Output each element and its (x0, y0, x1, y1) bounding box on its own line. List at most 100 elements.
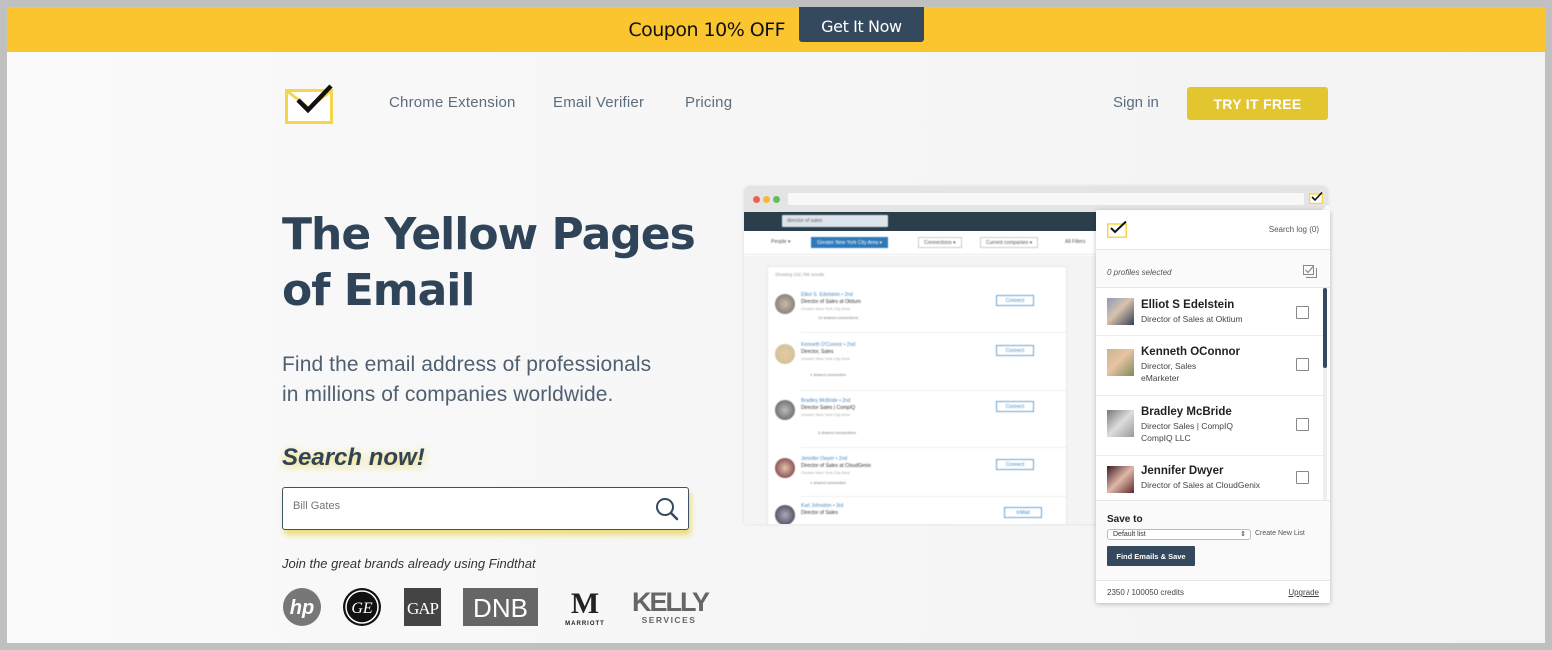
ge-logo: GE (343, 588, 381, 626)
maximize-dot-icon (773, 196, 780, 203)
profile-checkbox[interactable] (1296, 471, 1309, 484)
connect-button: Connect (996, 459, 1034, 470)
profile-checkbox[interactable] (1296, 418, 1309, 431)
divider (801, 496, 1066, 497)
linkedin-search: director of sales (782, 215, 888, 227)
profile-checkbox[interactable] (1296, 358, 1309, 371)
nav-email-verifier[interactable]: Email Verifier (553, 94, 644, 111)
avatar (775, 505, 795, 524)
result-title: Director Sales | CompIQ (801, 405, 856, 411)
marriott-logo: M MARRIOTT (565, 587, 605, 627)
result-meta: 1 shared connection (810, 480, 847, 485)
result-location: Greater New York City Area (801, 356, 850, 361)
profile-row: Kenneth OConnor Director, Sales eMarkete… (1096, 336, 1323, 396)
svg-text:MARRIOTT: MARRIOTT (565, 621, 605, 627)
result-location: Greater New York City Area (801, 306, 850, 311)
svg-text:SERVICES: SERVICES (642, 615, 697, 625)
result-location: Greater New York City Area (801, 470, 850, 475)
hp-logo: hp (283, 588, 321, 626)
result-title: Director of Sales at Oktium (801, 299, 861, 305)
result-meta: 1 shared connection (810, 372, 847, 377)
hero-subtitle-line1: Find the email address of professionals (282, 353, 652, 376)
result-name: Kenneth O'Connor • 2nd (801, 342, 856, 348)
find-emails-save-button[interactable]: Find Emails & Save (1107, 546, 1195, 566)
results-card: Showing 102,786 results Elliot S. Edelst… (767, 266, 1067, 524)
nav-chrome-extension[interactable]: Chrome Extension (389, 94, 516, 111)
profile-title: Director of Sales at Oktium (1141, 314, 1243, 324)
hero-subtitle-line2: in millions of companies worldwide. (282, 383, 614, 406)
svg-text:GAP: GAP (407, 599, 439, 618)
brands-caption: Join the great brands already using Find… (282, 556, 536, 571)
try-it-free-button[interactable]: TRY IT FREE (1187, 87, 1328, 120)
hero-title-line2: of Email (282, 265, 475, 316)
svg-text:hp: hp (290, 597, 314, 619)
gap-logo: GAP (404, 588, 441, 626)
profile-name: Jennifer Dwyer (1141, 465, 1224, 477)
coupon-text: Coupon 10% OFF (628, 18, 786, 41)
search-log-link[interactable]: Search log (0) (1269, 225, 1319, 234)
results-count: Showing 102,786 results (775, 272, 825, 277)
result-name: Bradley McBride • 2nd (801, 398, 851, 404)
get-it-now-button[interactable]: Get It Now (799, 7, 924, 42)
linkedin-results: Showing 102,786 results Elliot S. Edelst… (744, 256, 1096, 524)
hero-title-line1: The Yellow Pages (282, 209, 696, 260)
extension-panel: Search log (0) 0 profiles selected Ellio… (1096, 210, 1330, 603)
filter-connections: Connections ▾ (918, 237, 962, 248)
kelly-services-logo: KELLY SERVICES (632, 587, 710, 625)
envelope-check-icon[interactable] (285, 84, 333, 124)
nav-pricing[interactable]: Pricing (685, 94, 732, 111)
result-title: Director, Sales (801, 349, 834, 355)
profile-company: eMarketer (1141, 373, 1180, 383)
svg-text:KELLY: KELLY (632, 587, 710, 617)
upgrade-link[interactable]: Upgrade (1288, 588, 1319, 597)
connect-button: Connect (996, 345, 1034, 356)
filter-current-companies: Current companies ▾ (980, 237, 1039, 248)
connect-button: Connect (996, 295, 1034, 306)
panel-header: Search log (0) (1096, 210, 1330, 250)
avatar (775, 458, 795, 478)
profile-photo (1107, 466, 1134, 493)
dnb-logo: DNB (463, 588, 538, 626)
divider (801, 390, 1066, 391)
profile-name: Kenneth OConnor (1141, 346, 1241, 358)
filter-people: People ▾ (771, 239, 791, 245)
profile-title: Director, Sales (1141, 361, 1197, 371)
avatar (775, 400, 795, 420)
result-meta: 14 shared connections (818, 315, 859, 320)
profile-checkbox[interactable] (1296, 306, 1309, 319)
linkedin-filters: People ▾ Greater New York City Area ▾ Co… (744, 231, 1096, 255)
result-name: Jennifer Dwyer • 2nd (801, 456, 848, 462)
profile-row: Jennifer Dwyer Director of Sales at Clou… (1096, 456, 1323, 500)
panel-footer: 2350 / 100050 credits Upgrade (1096, 580, 1330, 603)
profile-name: Bradley McBride (1141, 406, 1232, 418)
select-all-icon[interactable] (1303, 265, 1317, 278)
credits-count: 2350 / 100050 credits (1107, 588, 1184, 597)
result-title: Director of Sales (801, 510, 838, 516)
profile-list-scrollbar[interactable] (1323, 288, 1327, 500)
svg-text:GE: GE (351, 600, 373, 617)
url-bar (788, 193, 1304, 205)
scrollbar-thumb[interactable] (1323, 288, 1327, 368)
list-select[interactable]: Default list ⇕ (1107, 529, 1251, 540)
sign-in-link[interactable]: Sign in (1113, 94, 1159, 111)
search-icon[interactable] (654, 496, 680, 522)
avatar (775, 344, 795, 364)
profiles-selected-bar: 0 profiles selected (1096, 250, 1330, 288)
filter-location: Greater New York City Area ▾ (811, 237, 889, 248)
search-now-heading: Search now! (282, 444, 425, 471)
connect-button: Connect (996, 401, 1034, 412)
search-input[interactable] (293, 500, 633, 512)
hero-title: The Yellow Pages of Email (282, 207, 696, 319)
page-frame: Coupon 10% OFF Get It Now Chrome Extensi… (7, 7, 1545, 643)
profile-title: Director Sales | CompIQ (1141, 421, 1233, 431)
divider (801, 332, 1066, 333)
svg-text:M: M (571, 587, 599, 620)
result-location: Greater New York City Area (801, 412, 850, 417)
avatar (775, 294, 795, 314)
profile-row: Bradley McBride Director Sales | CompIQ … (1096, 396, 1323, 456)
create-new-list-link[interactable]: Create New List (1255, 530, 1305, 537)
result-title: Director of Sales at CloudGenix (801, 463, 872, 469)
select-arrows-icon: ⇕ (1240, 531, 1246, 538)
profile-name: Elliot S Edelstein (1141, 299, 1235, 311)
filter-all: All Filters (1065, 239, 1086, 245)
